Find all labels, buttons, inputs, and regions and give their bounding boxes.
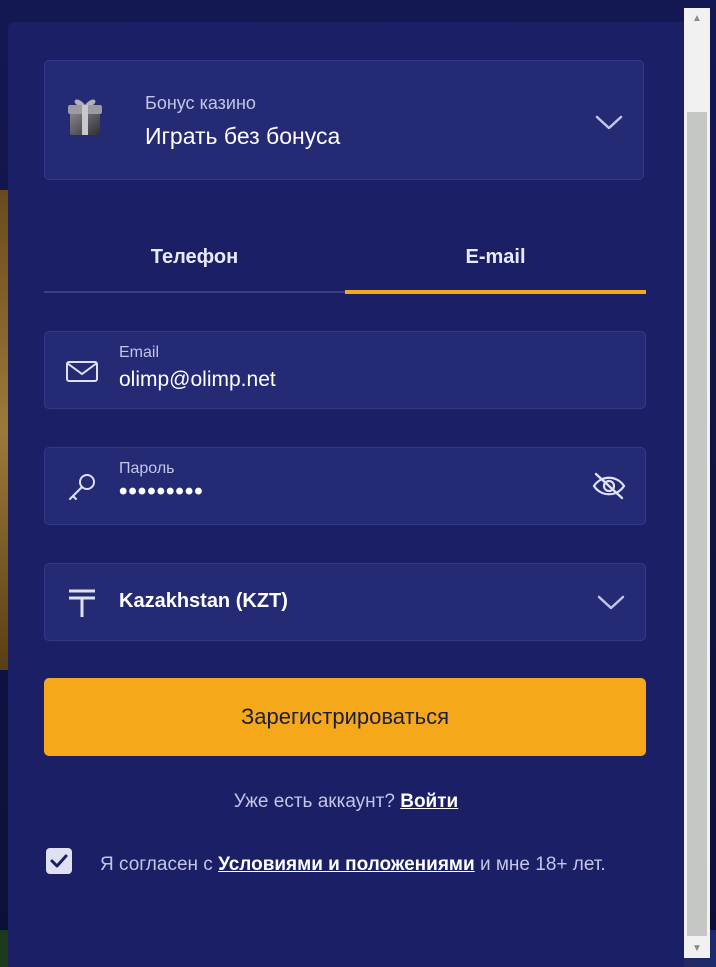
bonus-select[interactable]: Бонус казино Играть без бонуса xyxy=(44,60,644,180)
gift-icon xyxy=(68,99,102,135)
currency-value: Kazakhstan (KZT) xyxy=(119,590,288,612)
key-icon xyxy=(69,474,95,500)
email-field[interactable]: Email olimp@olimp.net xyxy=(44,331,646,409)
bonus-caption: Бонус казино xyxy=(145,93,256,113)
chevron-down-icon xyxy=(597,595,625,610)
bonus-value: Играть без бонуса xyxy=(145,123,341,149)
login-link[interactable]: Войти xyxy=(400,791,458,812)
email-value: olimp@olimp.net xyxy=(119,368,276,391)
checkmark-icon xyxy=(50,854,68,868)
tab-email[interactable]: E-mail xyxy=(345,227,646,287)
scroll-down-arrow-icon[interactable]: ▼ xyxy=(684,938,710,958)
terms-link[interactable]: Условиями и положениями xyxy=(218,854,475,875)
tenge-icon xyxy=(69,589,95,617)
auth-method-tabs: Телефон E-mail xyxy=(44,227,646,294)
terms-prefix: Я согласен с xyxy=(100,854,213,875)
tab-phone[interactable]: Телефон xyxy=(44,227,345,287)
background-image-strip xyxy=(0,190,8,670)
currency-select[interactable]: Kazakhstan (KZT) xyxy=(44,563,646,641)
mail-icon xyxy=(66,361,98,382)
scrollbar-thumb[interactable] xyxy=(687,112,707,936)
scrollbar[interactable]: ▲ ▼ xyxy=(684,8,710,958)
registration-modal: Бонус казино Играть без бонуса Телефон E… xyxy=(8,22,684,967)
password-field[interactable]: Пароль ••••••••• xyxy=(44,447,646,525)
scroll-up-arrow-icon[interactable]: ▲ xyxy=(684,8,710,28)
login-prompt: Уже есть аккаунт? xyxy=(233,791,395,812)
terms-suffix: и мне 18+ лет. xyxy=(479,854,606,875)
login-prompt-line: Уже есть аккаунт? Войти xyxy=(8,791,684,813)
password-value: ••••••••• xyxy=(119,478,204,505)
chevron-down-icon xyxy=(595,115,623,130)
eye-off-icon[interactable] xyxy=(591,470,627,502)
terms-text: Я согласен с Условиями и положениями и м… xyxy=(100,848,640,881)
register-button[interactable]: Зарегистрироваться xyxy=(44,678,646,756)
password-label: Пароль xyxy=(119,460,175,477)
tab-active-indicator xyxy=(345,290,646,294)
terms-checkbox[interactable] xyxy=(46,848,72,874)
email-label: Email xyxy=(119,344,160,361)
